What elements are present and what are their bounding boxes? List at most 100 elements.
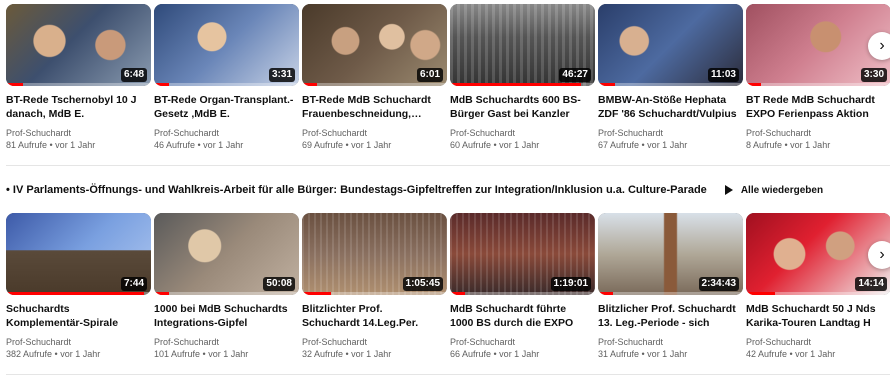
video-thumbnail[interactable]: 7:44 bbox=[6, 213, 151, 295]
video-title[interactable]: BT-Rede Tschernobyl 10 J danach, MdB E. … bbox=[6, 93, 151, 121]
channel-name[interactable]: Prof-Schuchardt bbox=[6, 336, 151, 348]
shelf-row-1: 6:48 BT-Rede Tschernobyl 10 J danach, MdB… bbox=[0, 4, 890, 164]
video-meta: 382 Aufrufe • vor 1 Jahr bbox=[6, 349, 101, 359]
video-row: 7:44 Schuchardts Komplementär-Spirale Rei… bbox=[6, 213, 890, 373]
video-card[interactable]: 2:34:43 Blitzlicher Prof. Schuchardt 13. … bbox=[598, 213, 743, 360]
watch-progress-track bbox=[6, 83, 151, 86]
video-thumbnail[interactable]: 50:08 bbox=[154, 213, 299, 295]
section-header: • IV Parlaments-Öffnungs- und Wahlkreis-… bbox=[6, 181, 823, 199]
watch-progress-bar bbox=[154, 83, 169, 86]
shelf-row-2: 7:44 Schuchardts Komplementär-Spirale Rei… bbox=[0, 213, 890, 373]
watch-progress-track bbox=[598, 83, 743, 86]
video-thumbnail[interactable]: 2:34:43 bbox=[598, 213, 743, 295]
channel-name[interactable]: Prof-Schuchardt bbox=[598, 336, 743, 348]
duration-badge: 11:03 bbox=[707, 68, 739, 82]
video-meta: 42 Aufrufe • vor 1 Jahr bbox=[746, 349, 836, 359]
duration-badge: 7:44 bbox=[120, 277, 147, 291]
watch-progress-bar bbox=[746, 83, 761, 86]
next-arrow-button[interactable]: › bbox=[868, 32, 890, 60]
video-title[interactable]: Schuchardts Komplementär-Spirale Reichst… bbox=[6, 302, 151, 330]
video-thumbnail[interactable]: 1:19:01 bbox=[450, 213, 595, 295]
duration-badge: 6:01 bbox=[416, 68, 443, 82]
video-meta: 46 Aufrufe • vor 1 Jahr bbox=[154, 140, 244, 150]
video-thumbnail[interactable]: 6:01 bbox=[302, 4, 447, 86]
video-row: 6:48 BT-Rede Tschernobyl 10 J danach, MdB… bbox=[6, 4, 890, 164]
video-thumbnail[interactable]: 46:27 bbox=[450, 4, 595, 86]
video-meta: 69 Aufrufe • vor 1 Jahr bbox=[302, 140, 392, 150]
channel-name[interactable]: Prof-Schuchardt bbox=[598, 127, 743, 139]
channel-name[interactable]: Prof-Schuchardt bbox=[6, 127, 151, 139]
duration-badge: 3:31 bbox=[268, 68, 295, 82]
divider bbox=[6, 165, 890, 166]
video-meta: 66 Aufrufe • vor 1 Jahr bbox=[450, 349, 540, 359]
next-arrow-button[interactable]: › bbox=[868, 241, 890, 269]
video-thumbnail[interactable]: 3:31 bbox=[154, 4, 299, 86]
channel-name[interactable]: Prof-Schuchardt bbox=[302, 127, 447, 139]
chevron-right-icon: › bbox=[879, 37, 885, 54]
video-meta: 32 Aufrufe • vor 1 Jahr bbox=[302, 349, 392, 359]
video-card[interactable]: 3:31 BT-Rede Organ-Transplant.-Gesetz ,Md… bbox=[154, 4, 299, 151]
video-title[interactable]: BT Rede MdB Schuchardt EXPO Ferienpass A… bbox=[746, 93, 890, 121]
channel-name[interactable]: Prof-Schuchardt bbox=[154, 336, 299, 348]
play-icon bbox=[724, 185, 733, 195]
video-title[interactable]: Blitzlichter Prof. Schuchardt 14.Leg.Per… bbox=[302, 302, 447, 330]
watch-progress-bar bbox=[450, 292, 465, 295]
watch-progress-track bbox=[450, 292, 595, 295]
video-thumbnail[interactable]: 6:48 bbox=[6, 4, 151, 86]
duration-badge: 1:19:01 bbox=[550, 277, 591, 291]
play-all-button[interactable]: Alle wiedergeben bbox=[724, 184, 824, 196]
video-meta: 101 Aufrufe • vor 1 Jahr bbox=[154, 349, 249, 359]
watch-progress-bar bbox=[598, 83, 616, 86]
channel-name[interactable]: Prof-Schuchardt bbox=[154, 127, 299, 139]
duration-badge: 14:14 bbox=[855, 277, 887, 291]
video-thumbnail[interactable]: 11:03 bbox=[598, 4, 743, 86]
video-meta: 31 Aufrufe • vor 1 Jahr bbox=[598, 349, 688, 359]
watch-progress-track bbox=[598, 292, 743, 295]
chevron-right-icon: › bbox=[879, 246, 885, 263]
duration-badge: 2:34:43 bbox=[698, 277, 739, 291]
watch-progress-bar bbox=[302, 83, 317, 86]
duration-badge: 6:48 bbox=[120, 68, 147, 82]
channel-name[interactable]: Prof-Schuchardt bbox=[746, 127, 890, 139]
video-title[interactable]: 1000 bei MdB Schuchardts Integrations-Gi… bbox=[154, 302, 299, 330]
section-title: • IV Parlaments-Öffnungs- und Wahlkreis-… bbox=[6, 184, 707, 196]
duration-badge: 3:30 bbox=[860, 68, 887, 82]
video-card[interactable]: 6:01 BT-Rede MdB Schuchardt Frauenbeschne… bbox=[302, 4, 447, 151]
video-card[interactable]: 6:48 BT-Rede Tschernobyl 10 J danach, MdB… bbox=[6, 4, 151, 151]
watch-progress-track bbox=[154, 83, 299, 86]
video-thumbnail[interactable]: 1:05:45 bbox=[302, 213, 447, 295]
video-card[interactable]: 11:03 BMBW-An-Stöße Hephata ZDF '86 Schuc… bbox=[598, 4, 743, 151]
duration-badge: 50:08 bbox=[263, 277, 295, 291]
channel-name[interactable]: Prof-Schuchardt bbox=[450, 127, 595, 139]
video-title[interactable]: MdB Schuchardts 600 BS-Bürger Gast bei K… bbox=[450, 93, 595, 121]
video-title[interactable]: MdB Schuchardt 50 J Nds Karika-Touren La… bbox=[746, 302, 890, 330]
video-title[interactable]: Blitzlicher Prof. Schuchardt 13. Leg.-Pe… bbox=[598, 302, 743, 330]
watch-progress-track bbox=[154, 292, 299, 295]
watch-progress-bar bbox=[450, 83, 581, 86]
channel-name[interactable]: Prof-Schuchardt bbox=[746, 336, 890, 348]
video-card[interactable]: 3:30 BT Rede MdB Schuchardt EXPO Ferienpa… bbox=[746, 4, 890, 151]
channel-name[interactable]: Prof-Schuchardt bbox=[302, 336, 447, 348]
video-card[interactable]: 1:19:01 MdB Schuchardt führte 1000 BS dur… bbox=[450, 213, 595, 360]
video-card[interactable]: 50:08 1000 bei MdB Schuchardts Integratio… bbox=[154, 213, 299, 360]
video-card[interactable]: 46:27 MdB Schuchardts 600 BS-Bürger Gast … bbox=[450, 4, 595, 151]
play-all-label: Alle wiedergeben bbox=[740, 184, 824, 196]
watch-progress-bar bbox=[598, 292, 613, 295]
video-card[interactable]: 1:05:45 Blitzlichter Prof. Schuchardt 14.… bbox=[302, 213, 447, 360]
watch-progress-bar bbox=[6, 83, 24, 86]
watch-progress-bar bbox=[746, 292, 775, 295]
watch-progress-bar bbox=[302, 292, 331, 295]
video-card[interactable]: 14:14 MdB Schuchardt 50 J Nds Karika-Tour… bbox=[746, 213, 890, 360]
video-title[interactable]: BT-Rede MdB Schuchardt Frauenbeschneidun… bbox=[302, 93, 447, 121]
video-title[interactable]: BT-Rede Organ-Transplant.-Gesetz ,MdB E.… bbox=[154, 93, 299, 121]
duration-badge: 46:27 bbox=[559, 68, 591, 82]
video-meta: 81 Aufrufe • vor 1 Jahr bbox=[6, 140, 96, 150]
video-meta: 67 Aufrufe • vor 1 Jahr bbox=[598, 140, 688, 150]
video-title[interactable]: BMBW-An-Stöße Hephata ZDF '86 Schuchardt… bbox=[598, 93, 743, 121]
video-meta: 8 Aufrufe • vor 1 Jahr bbox=[746, 140, 831, 150]
video-card[interactable]: 7:44 Schuchardts Komplementär-Spirale Rei… bbox=[6, 213, 151, 360]
watch-progress-track bbox=[746, 83, 890, 86]
channel-name[interactable]: Prof-Schuchardt bbox=[450, 336, 595, 348]
video-title[interactable]: MdB Schuchardt führte 1000 BS durch die … bbox=[450, 302, 595, 330]
video-meta: 60 Aufrufe • vor 1 Jahr bbox=[450, 140, 540, 150]
